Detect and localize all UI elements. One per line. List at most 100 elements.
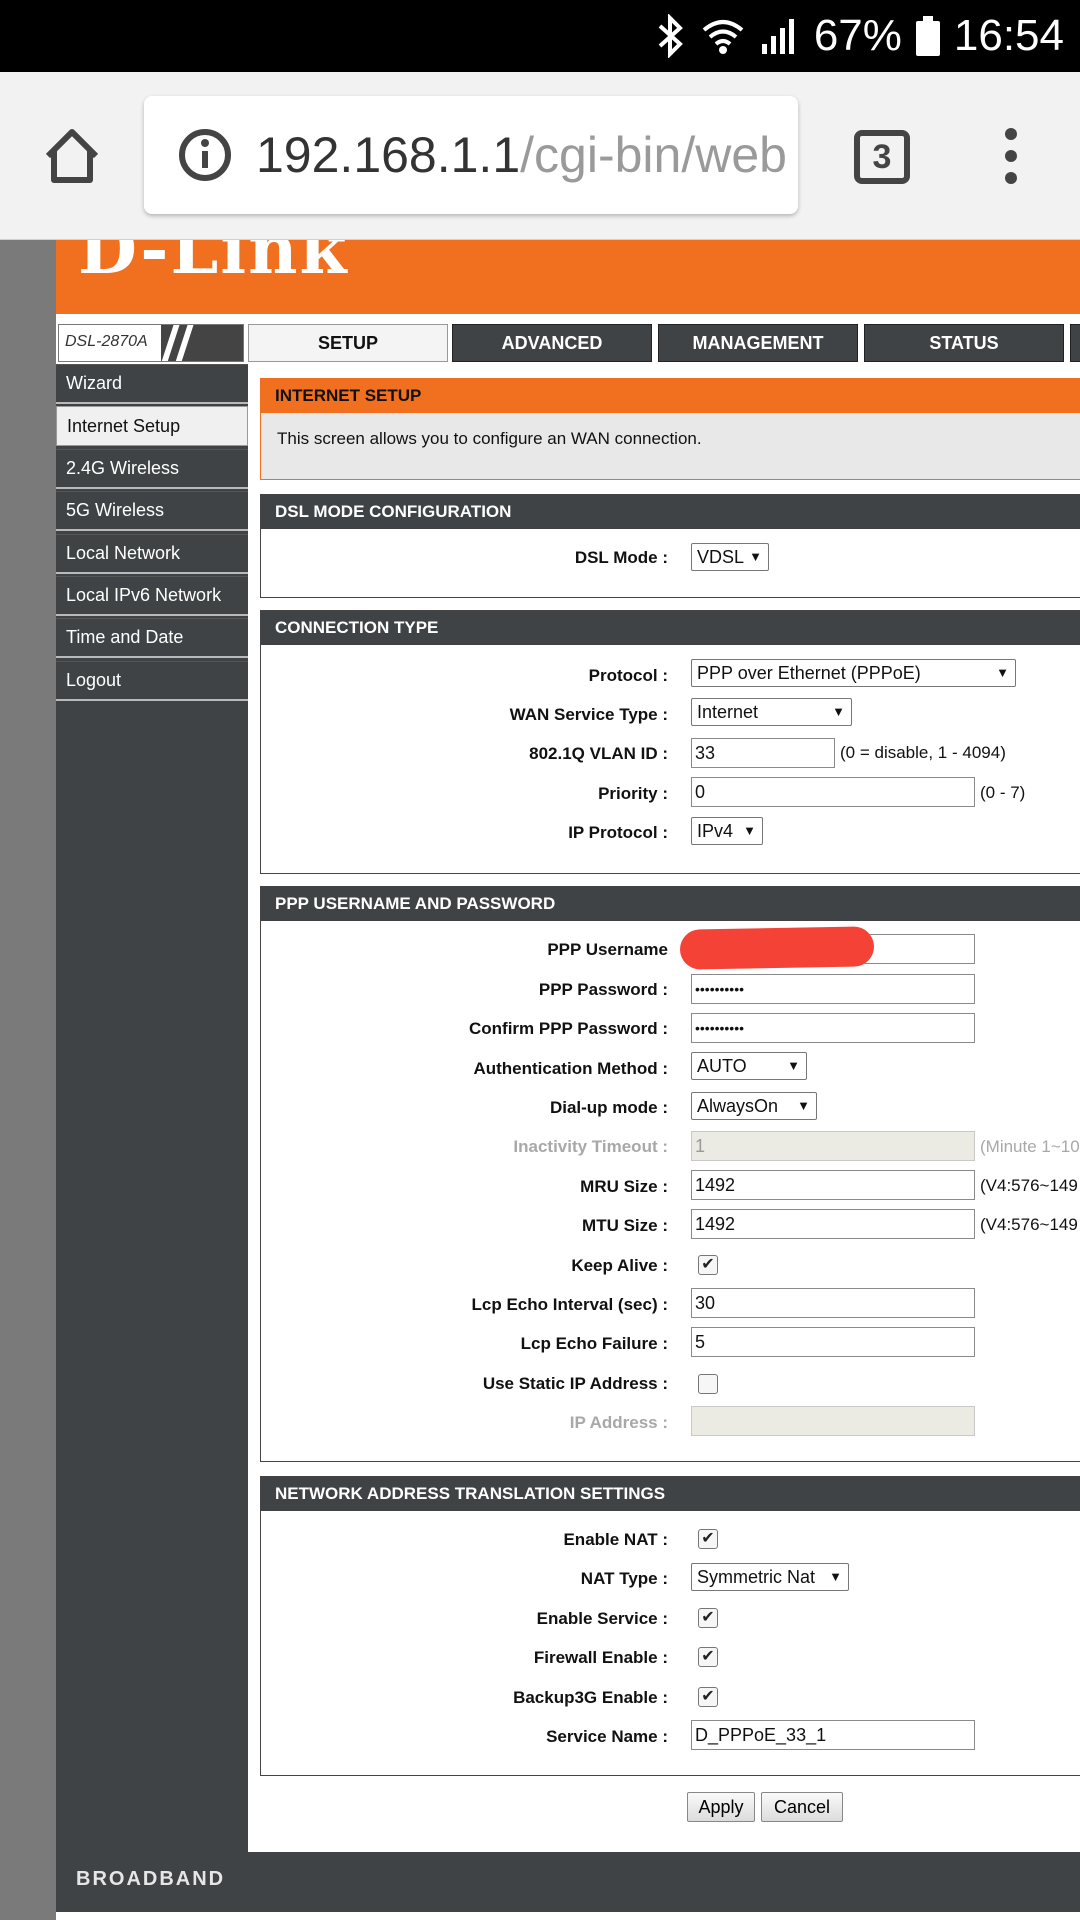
service-name-label: Service Name : bbox=[546, 1727, 668, 1746]
dsl-mode-panel: DSL MODE CONFIGURATION bbox=[260, 494, 1080, 598]
battery-icon bbox=[915, 16, 940, 56]
ppp-password-input[interactable]: •••••••••• bbox=[691, 974, 975, 1004]
nat-type-select[interactable]: Symmetric Nat ▼ bbox=[691, 1563, 849, 1591]
firewall-enable-label: Firewall Enable : bbox=[533, 1648, 668, 1667]
vlan-id-hint: (0 = disable, 1 - 4094) bbox=[840, 743, 1006, 762]
panel-title: INTERNET SETUP bbox=[261, 379, 1080, 413]
protocol-label: Protocol : bbox=[588, 666, 668, 685]
ip-protocol-select[interactable]: IPv4 ▼ bbox=[691, 817, 763, 845]
tab-more[interactable] bbox=[1070, 324, 1080, 362]
mtu-size-input[interactable]: 1492 bbox=[691, 1209, 975, 1239]
tab-advanced[interactable]: ADVANCED bbox=[452, 324, 652, 362]
sidebar-item-local-ipv6-network[interactable]: Local IPv6 Network bbox=[56, 576, 248, 616]
wifi-icon bbox=[702, 20, 744, 54]
sidebar-item-internet-setup[interactable]: Internet Setup bbox=[56, 406, 248, 446]
mtu-size-label: MTU Size : bbox=[582, 1216, 668, 1235]
url-path: /cgi-bin/web bbox=[520, 127, 787, 183]
wan-service-type-select[interactable]: Internet ▼ bbox=[691, 698, 852, 726]
inactivity-timeout-label: Inactivity Timeout : bbox=[513, 1137, 668, 1156]
url-host: 192.168.1.1 bbox=[256, 127, 521, 183]
model-name: DSL-2870A bbox=[65, 333, 148, 350]
ip-protocol-label: IP Protocol : bbox=[568, 823, 668, 842]
home-icon[interactable] bbox=[40, 124, 104, 188]
priority-label: Priority : bbox=[598, 784, 668, 803]
dialup-mode-value: AlwaysOn bbox=[697, 1095, 779, 1116]
dsl-mode-label: DSL Mode : bbox=[574, 548, 668, 567]
dialup-mode-select[interactable]: AlwaysOn ▼ bbox=[691, 1092, 817, 1120]
panel-title: PPP USERNAME AND PASSWORD bbox=[261, 887, 1080, 921]
dialup-mode-label: Dial-up mode : bbox=[549, 1098, 668, 1117]
confirm-password-input[interactable]: •••••••••• bbox=[691, 1013, 975, 1043]
sidebar-item-logout[interactable]: Logout bbox=[56, 661, 248, 701]
auth-method-label: Authentication Method : bbox=[473, 1059, 668, 1078]
model-badge: DSL-2870A bbox=[58, 324, 244, 362]
tab-setup[interactable]: SETUP bbox=[248, 324, 448, 362]
redaction-mark bbox=[679, 926, 875, 970]
priority-input[interactable]: 0 bbox=[691, 777, 975, 807]
backup3g-enable-checkbox[interactable]: ✔ bbox=[698, 1687, 718, 1707]
signal-icon bbox=[761, 19, 794, 54]
wan-service-type-label: WAN Service Type : bbox=[509, 705, 668, 724]
inactivity-timeout-hint: (Minute 1~10 bbox=[980, 1137, 1080, 1156]
static-ip-label: Use Static IP Address : bbox=[482, 1374, 668, 1393]
confirm-password-label: Confirm PPP Password : bbox=[468, 1019, 668, 1038]
bluetooth-icon bbox=[658, 14, 683, 58]
footer-brand: BROADBAND bbox=[76, 1868, 226, 1890]
sidebar-item-5g-wireless[interactable]: 5G Wireless bbox=[56, 491, 248, 531]
backup3g-enable-label: Backup3G Enable : bbox=[513, 1688, 668, 1707]
brand-banner: D-Link bbox=[56, 240, 1080, 314]
info-icon[interactable] bbox=[178, 128, 232, 182]
sidebar-item-24g-wireless[interactable]: 2.4G Wireless bbox=[56, 449, 248, 489]
service-name-input[interactable]: D_PPPoE_33_1 bbox=[691, 1720, 975, 1750]
lcp-echo-failure-input[interactable]: 5 bbox=[691, 1327, 975, 1357]
lcp-echo-interval-label: Lcp Echo Interval (sec) : bbox=[471, 1295, 669, 1314]
tab-switcher-button[interactable]: 3 bbox=[854, 130, 910, 184]
keep-alive-checkbox[interactable]: ✔ bbox=[698, 1255, 718, 1275]
status-bar: 67% 16:54 bbox=[0, 0, 1080, 72]
url-bar[interactable]: 192.168.1.1/cgi-bin/web bbox=[144, 96, 798, 214]
enable-nat-checkbox[interactable]: ✔ bbox=[698, 1529, 718, 1549]
sidebar-item-time-and-date[interactable]: Time and Date bbox=[56, 618, 248, 658]
sidebar-item-local-network[interactable]: Local Network bbox=[56, 534, 248, 574]
enable-service-label: Enable Service : bbox=[536, 1609, 668, 1628]
static-ip-checkbox[interactable] bbox=[698, 1374, 718, 1394]
overflow-menu-icon[interactable] bbox=[995, 128, 1027, 188]
panel-description: This screen allows you to configure an W… bbox=[277, 429, 702, 448]
lcp-echo-interval-input[interactable]: 30 bbox=[691, 1288, 975, 1318]
auth-method-select[interactable]: AUTO ▼ bbox=[691, 1052, 807, 1080]
enable-service-checkbox[interactable]: ✔ bbox=[698, 1608, 718, 1628]
protocol-value: PPP over Ethernet (PPPoE) bbox=[697, 662, 921, 683]
mru-size-label: MRU Size : bbox=[580, 1177, 668, 1196]
ip-address-label: IP Address : bbox=[569, 1413, 668, 1432]
dsl-mode-value: VDSL bbox=[697, 546, 745, 567]
priority-hint: (0 - 7) bbox=[980, 783, 1026, 802]
battery-percent: 67% bbox=[813, 11, 902, 60]
vlan-id-label: 802.1Q VLAN ID : bbox=[529, 744, 668, 763]
cancel-button[interactable]: Cancel bbox=[761, 1792, 843, 1822]
ip-protocol-value: IPv4 bbox=[697, 820, 734, 841]
protocol-select[interactable]: PPP over Ethernet (PPPoE) ▼ bbox=[691, 659, 1016, 687]
firewall-enable-checkbox[interactable]: ✔ bbox=[698, 1647, 718, 1667]
tab-status[interactable]: STATUS bbox=[864, 324, 1064, 362]
ppp-password-label: PPP Password : bbox=[538, 980, 668, 999]
panel-title: DSL MODE CONFIGURATION bbox=[261, 495, 1080, 529]
inactivity-timeout-input[interactable]: 1 bbox=[691, 1131, 975, 1161]
vlan-id-input[interactable]: 33 bbox=[691, 738, 835, 768]
nat-type-value: Symmetric Nat bbox=[697, 1566, 816, 1587]
panel-title: CONNECTION TYPE bbox=[261, 611, 1080, 645]
dsl-mode-select[interactable]: VDSL ▼ bbox=[691, 543, 769, 571]
mtu-size-hint: (V4:576~149 bbox=[980, 1215, 1078, 1234]
apply-button[interactable]: Apply bbox=[687, 1792, 755, 1822]
clock: 16:54 bbox=[953, 11, 1064, 60]
panel-title: NETWORK ADDRESS TRANSLATION SETTINGS bbox=[261, 1477, 1080, 1511]
enable-nat-label: Enable NAT : bbox=[563, 1530, 668, 1549]
auth-method-value: AUTO bbox=[697, 1055, 747, 1076]
sidebar-item-wizard[interactable]: Wizard bbox=[56, 364, 248, 404]
mru-size-input[interactable]: 1492 bbox=[691, 1170, 975, 1200]
keep-alive-label: Keep Alive : bbox=[571, 1256, 668, 1275]
nat-type-label: NAT Type : bbox=[580, 1569, 668, 1588]
tab-management[interactable]: MANAGEMENT bbox=[658, 324, 858, 362]
wan-service-type-value: Internet bbox=[697, 701, 759, 722]
ip-address-input[interactable] bbox=[691, 1406, 975, 1436]
lcp-echo-failure-label: Lcp Echo Failure : bbox=[520, 1334, 668, 1353]
